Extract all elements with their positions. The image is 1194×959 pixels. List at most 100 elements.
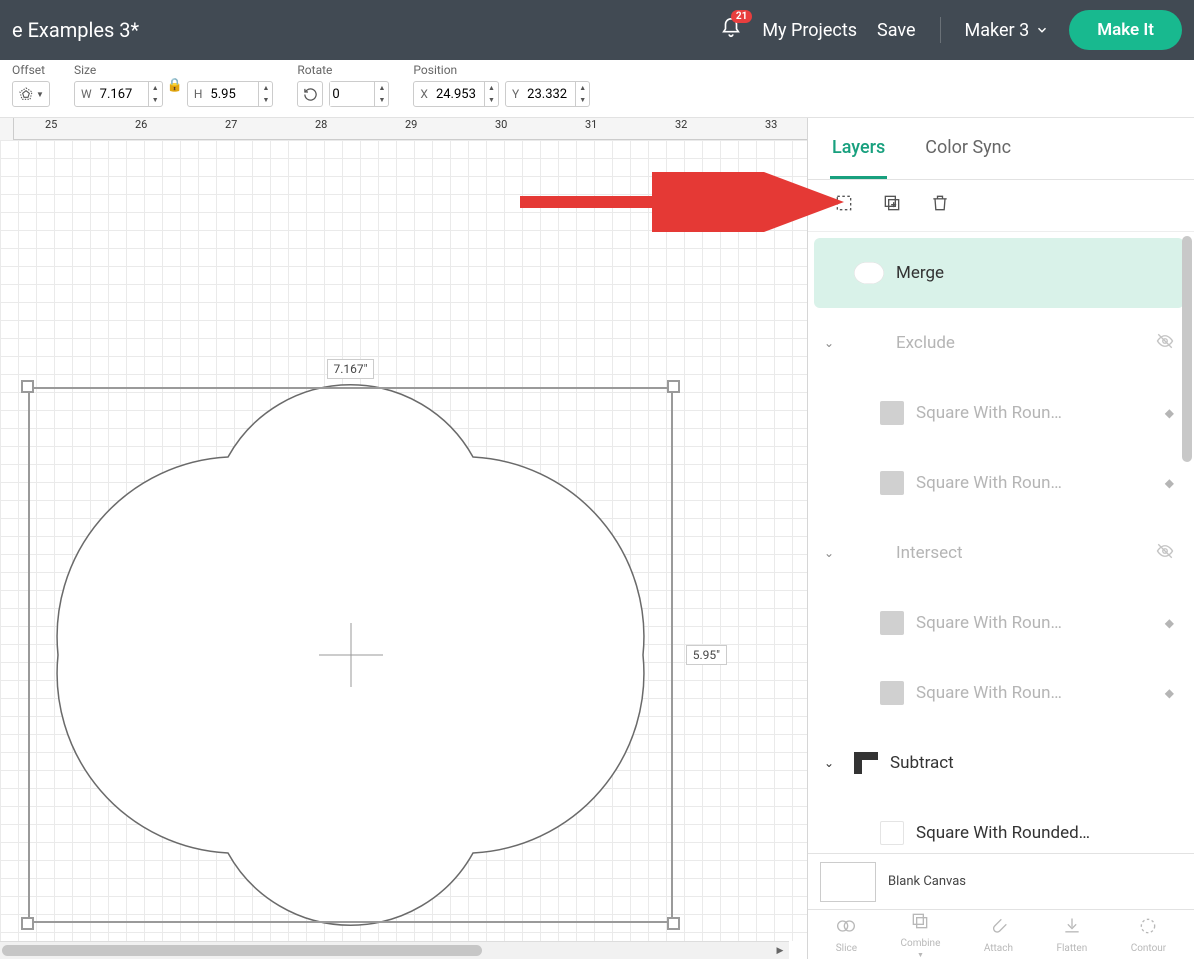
center-cross-v (350, 623, 351, 687)
offset-label: Offset (12, 63, 50, 77)
scrollbar-horizontal[interactable]: ▶ (0, 941, 789, 959)
layer-label: Square With Roun… (916, 683, 1153, 703)
layer-item[interactable]: Square With Rounded… (870, 798, 1184, 853)
project-title: e Examples 3* (12, 18, 139, 42)
rotate-input[interactable]: ▲▼ (329, 81, 389, 107)
ruler-tick: 32 (675, 118, 687, 131)
layer-label: Subtract (890, 753, 1174, 773)
diamond-icon: ◆ (1165, 476, 1174, 490)
layer-label: Exclude (896, 333, 1144, 353)
ruler-tick: 25 (45, 118, 57, 131)
attach-button[interactable]: Attach (984, 916, 1013, 954)
scrollbar-thumb[interactable] (1182, 236, 1192, 462)
caret-down-icon: ▼ (917, 951, 924, 959)
ruler-tick: 31 (585, 118, 597, 131)
ruler-tick: 28 (315, 118, 327, 131)
layer-label: Square With Roun… (916, 403, 1153, 423)
rotate-icon (303, 87, 318, 102)
contour-icon (1138, 916, 1158, 941)
layer-item[interactable]: Square With Roun… ◆ (870, 658, 1184, 728)
canvas[interactable]: 7.167" 5.95" (0, 140, 807, 941)
layer-label: Merge (896, 263, 1174, 283)
resize-handle-tr[interactable] (667, 380, 680, 393)
canvas-area[interactable]: 25 26 27 28 29 30 31 32 33 7.1 (0, 118, 808, 959)
chevron-down-icon[interactable]: ⌄ (824, 546, 842, 560)
visibility-off-icon[interactable] (1156, 332, 1174, 354)
height-input[interactable]: H▲▼ (187, 81, 274, 107)
width-input[interactable]: W▲▼ (74, 81, 163, 107)
properties-bar: Offset ▼ Size W▲▼ 🔒 H▲▼ Rotate ▲▼ Positi… (0, 60, 1194, 118)
top-bar: e Examples 3* 21 My Projects Save Maker … (0, 0, 1194, 60)
diamond-icon: ◆ (1165, 406, 1174, 420)
pos-y-input[interactable]: Y▲▼ (505, 81, 590, 107)
layers-toolbar (808, 180, 1194, 232)
resize-handle-bl[interactable] (21, 917, 34, 930)
machine-selector[interactable]: Maker 3 (965, 20, 1050, 41)
chevron-down-icon[interactable]: ⌄ (824, 756, 842, 770)
divider (940, 17, 941, 43)
layer-subtract[interactable]: ⌄ Subtract (814, 728, 1184, 798)
pos-x-input[interactable]: X▲▼ (413, 81, 499, 107)
visibility-off-icon[interactable] (1156, 542, 1174, 564)
resize-handle-tl[interactable] (21, 380, 34, 393)
layer-intersect[interactable]: ⌄ Intersect (814, 518, 1184, 588)
layer-label: Square With Roun… (916, 613, 1153, 633)
contour-button[interactable]: Contour (1131, 916, 1167, 954)
scroll-right-button[interactable]: ▶ (771, 942, 789, 959)
ruler-tick: 33 (765, 118, 777, 131)
actions-toolbar: Slice Combine▼ Attach Flatten Contour (808, 909, 1194, 959)
offset-button[interactable]: ▼ (12, 81, 50, 107)
position-label: Position (413, 63, 590, 77)
layer-thumbnail (854, 752, 878, 774)
flatten-icon (1062, 916, 1082, 941)
layer-item[interactable]: Square With Roun… ◆ (870, 378, 1184, 448)
layers-scrollbar[interactable] (1182, 236, 1192, 462)
layer-label: Intersect (896, 543, 1144, 563)
selection[interactable]: 7.167" 5.95" (28, 387, 673, 923)
layers-panel: Layers Color Sync Merge ⌄ Exclude (808, 118, 1194, 959)
rotate-label: Rotate (297, 63, 389, 77)
size-label: Size (74, 63, 273, 77)
lock-icon[interactable]: 🔒 (167, 78, 183, 93)
diamond-icon: ◆ (1165, 686, 1174, 700)
flatten-button[interactable]: Flatten (1056, 916, 1087, 954)
delete-icon[interactable] (930, 193, 950, 218)
layer-item[interactable]: Square With Roun… ◆ (870, 448, 1184, 518)
attach-icon (988, 916, 1008, 941)
ruler-tick: 30 (495, 118, 507, 131)
ruler-horizontal: 25 26 27 28 29 30 31 32 33 (0, 118, 807, 140)
resize-handle-br[interactable] (667, 917, 680, 930)
machine-label: Maker 3 (965, 20, 1030, 41)
layer-item[interactable]: Square With Roun… ◆ (870, 588, 1184, 658)
save-link[interactable]: Save (877, 20, 916, 41)
layers-list[interactable]: Merge ⌄ Exclude Square With Roun… ◆ Squa… (808, 232, 1194, 853)
make-it-button[interactable]: Make It (1069, 10, 1182, 50)
notifications-button[interactable]: 21 (720, 17, 742, 43)
canvas-selector[interactable]: Blank Canvas (808, 853, 1194, 909)
layer-label: Square With Rounded… (916, 823, 1174, 843)
color-swatch (880, 471, 904, 495)
ruler-tick: 27 (225, 118, 237, 131)
layer-exclude[interactable]: ⌄ Exclude (814, 308, 1184, 378)
combine-icon (910, 911, 930, 936)
caret-down-icon: ▼ (36, 90, 44, 99)
offset-icon (18, 86, 34, 102)
chevron-down-icon[interactable]: ⌄ (824, 336, 842, 350)
slice-icon (836, 916, 856, 941)
my-projects-link[interactable]: My Projects (762, 20, 857, 41)
group-icon[interactable] (834, 193, 854, 218)
scrollbar-thumb[interactable] (2, 945, 482, 956)
width-readout: 7.167" (327, 359, 375, 379)
tab-layers[interactable]: Layers (830, 119, 887, 179)
ruler-tick: 26 (135, 118, 147, 131)
color-swatch (880, 681, 904, 705)
duplicate-icon[interactable] (882, 193, 902, 218)
color-swatch (880, 401, 904, 425)
slice-button[interactable]: Slice (836, 916, 857, 954)
tab-color-sync[interactable]: Color Sync (923, 119, 1013, 179)
rotate-button[interactable] (297, 81, 323, 107)
layer-merge[interactable]: Merge (814, 238, 1184, 308)
color-swatch (880, 821, 904, 845)
color-swatch (880, 611, 904, 635)
combine-button[interactable]: Combine▼ (901, 911, 941, 959)
